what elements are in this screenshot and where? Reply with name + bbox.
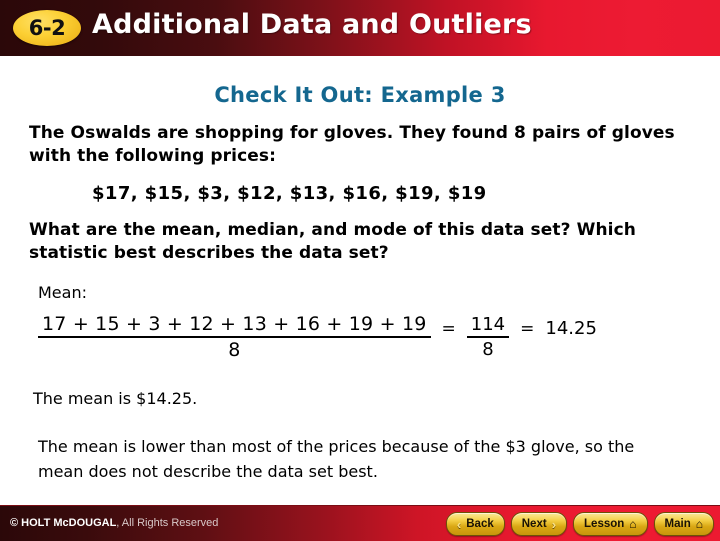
back-button[interactable]: ‹ Back [445, 512, 505, 536]
main-button-label: Main [664, 518, 691, 530]
simplified-fraction: 114 8 [466, 314, 510, 361]
lesson-number-badge: 6-2 [13, 10, 81, 46]
copyright-publisher: © HOLT McDOUGAL [10, 517, 117, 529]
footer-bar: © HOLT McDOUGAL, All Rights Reserved ‹ B… [0, 505, 720, 541]
lesson-title: Additional Data and Outliers [92, 9, 532, 40]
home-icon: ⌂ [629, 517, 637, 531]
equals-sign-2: = [520, 318, 535, 339]
simplified-denominator: 8 [482, 339, 494, 361]
chevron-right-icon: › [551, 516, 557, 532]
next-button-label: Next [521, 518, 547, 530]
main-button[interactable]: Main ⌂ [653, 512, 714, 536]
next-button[interactable]: Next › [510, 512, 568, 536]
lesson-button-label: Lesson [584, 518, 625, 530]
lesson-header-bar: 6-2 Additional Data and Outliers [0, 0, 720, 56]
simplified-numerator: 114 [470, 314, 506, 336]
price-data-list: $17, $15, $3, $12, $13, $16, $19, $19 [92, 183, 487, 204]
equals-sign-1: = [441, 318, 456, 339]
slide-content: Check It Out: Example 3 The Oswalds are … [0, 56, 720, 505]
mean-label: Mean: [38, 283, 87, 302]
example-heading: Check It Out: Example 3 [214, 83, 506, 107]
mean-value: 14.25 [545, 318, 597, 340]
problem-statement: The Oswalds are shopping for gloves. The… [29, 123, 675, 166]
copyright-rights: , All Rights Reserved [116, 517, 219, 529]
chevron-left-icon: ‹ [456, 516, 462, 532]
lesson-number-label: 6-2 [28, 15, 66, 40]
sum-numerator: 17 + 15 + 3 + 12 + 13 + 16 + 19 + 19 [42, 313, 427, 335]
conclusion-text: The mean is lower than most of the price… [38, 437, 635, 481]
copyright-notice: © HOLT McDOUGAL, All Rights Reserved [10, 517, 218, 529]
sum-fraction: 17 + 15 + 3 + 12 + 13 + 16 + 19 + 19 8 [38, 313, 431, 362]
mean-equation: 17 + 15 + 3 + 12 + 13 + 16 + 19 + 19 8 =… [38, 313, 597, 362]
navigation-buttons: ‹ Back Next › Lesson ⌂ Main ⌂ [445, 512, 714, 536]
problem-question: What are the mean, median, and mode of t… [29, 220, 636, 263]
lesson-button[interactable]: Lesson ⌂ [573, 512, 648, 536]
home-icon: ⌂ [695, 517, 703, 531]
sum-denominator: 8 [228, 339, 241, 362]
back-button-label: Back [466, 518, 494, 530]
mean-result-text: The mean is $14.25. [33, 389, 198, 408]
